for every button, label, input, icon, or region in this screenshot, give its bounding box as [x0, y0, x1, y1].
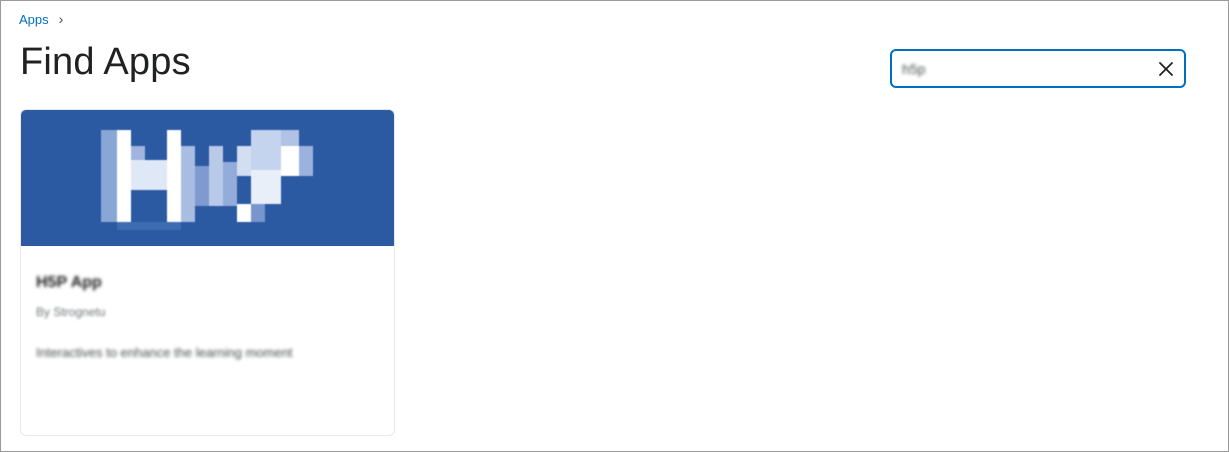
close-icon — [1159, 61, 1173, 76]
app-card[interactable]: H5P App By Strognetu Interactives to enh… — [20, 109, 395, 436]
app-name[interactable]: H5P App — [36, 274, 102, 292]
clear-search-button[interactable] — [1148, 51, 1184, 86]
breadcrumb-separator-icon: › — [58, 11, 64, 27]
h5p-logo-icon — [101, 130, 313, 230]
breadcrumb: Apps › — [19, 11, 63, 27]
page-frame: Apps › Find Apps h5p H5P App By Strognet… — [0, 0, 1229, 452]
app-description: Interactives to enhance the learning mom… — [36, 345, 293, 360]
app-author: By Strognetu — [36, 305, 106, 319]
page-title: Find Apps — [20, 41, 191, 83]
app-card-banner — [21, 110, 394, 246]
breadcrumb-link-apps[interactable]: Apps — [19, 12, 49, 27]
search-input[interactable] — [892, 51, 1148, 86]
search-box — [890, 49, 1186, 88]
